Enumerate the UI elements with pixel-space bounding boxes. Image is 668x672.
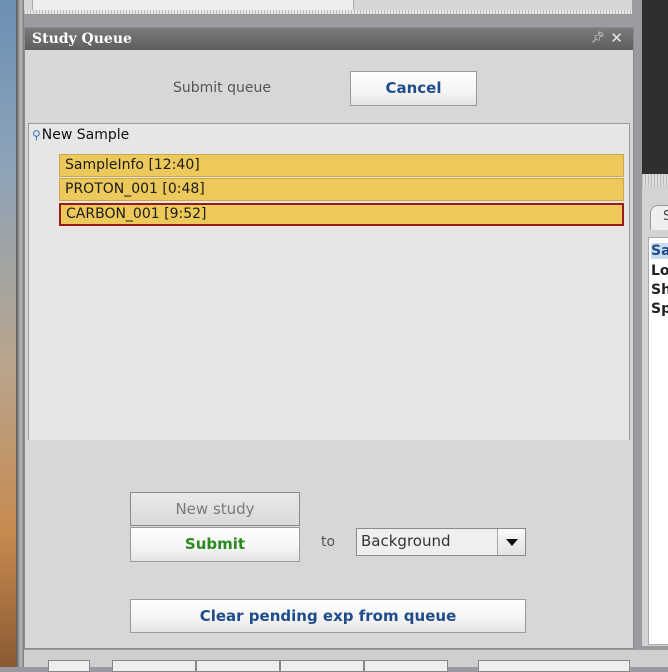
panel-title: Study Queue [32, 31, 132, 47]
dropdown-arrow-icon[interactable] [497, 529, 525, 555]
right-line[interactable]: Sa [651, 243, 668, 259]
submit-queue-label: Submit queue [173, 80, 271, 96]
right-tab-label: S [663, 209, 668, 224]
right-line: Lo [651, 263, 668, 279]
new-study-button[interactable]: New study [130, 492, 300, 526]
cancel-button[interactable]: Cancel [350, 71, 477, 106]
splitter-handle[interactable] [24, 10, 632, 14]
queue-item[interactable]: PROTON_001 [0:48] [59, 178, 624, 201]
right-line: Sh [651, 282, 668, 298]
bottom-button[interactable] [48, 660, 90, 672]
right-panel-content: Sa Lo Sh Sp [648, 237, 668, 645]
pin-icon[interactable]: 📌︎ [591, 31, 605, 44]
clear-pending-button[interactable]: Clear pending exp from queue [130, 599, 526, 633]
submit-target-select[interactable]: Background [356, 528, 526, 556]
submit-button[interactable]: Submit [130, 527, 300, 562]
tree-root-label: New Sample [41, 127, 130, 143]
right-splitter-handle[interactable] [642, 174, 668, 186]
study-queue-panel: Study Queue 📌︎ ✕ Submit queue Cancel ⚲Ne… [24, 27, 634, 649]
right-line: Sp [651, 301, 668, 317]
close-icon[interactable]: ✕ [610, 29, 623, 47]
right-panel-dark-area [642, 0, 668, 174]
bottom-button[interactable] [196, 660, 280, 672]
upper-panel-edge [24, 0, 632, 15]
window-frame-left [16, 0, 24, 667]
queue-item[interactable]: SampleInfo [12:40] [59, 154, 624, 177]
bottom-button[interactable] [112, 660, 196, 672]
sample-node-icon: ⚲ [32, 128, 41, 142]
queue-tree: ⚲New Sample SampleInfo [12:40] PROTON_00… [28, 123, 630, 442]
bottom-toolbar-edge [24, 650, 668, 672]
panel-titlebar: Study Queue 📌︎ ✕ [25, 28, 633, 50]
submit-target-value: Background [361, 532, 451, 550]
queue-item-selected[interactable]: CARBON_001 [9:52] [59, 203, 624, 226]
bottom-button[interactable] [364, 660, 448, 672]
tree-root-node[interactable]: ⚲New Sample [32, 127, 129, 143]
bottom-button[interactable] [280, 660, 364, 672]
right-panel-tab[interactable]: S [650, 205, 668, 230]
to-label: to [321, 534, 336, 550]
bottom-button[interactable] [478, 660, 630, 672]
